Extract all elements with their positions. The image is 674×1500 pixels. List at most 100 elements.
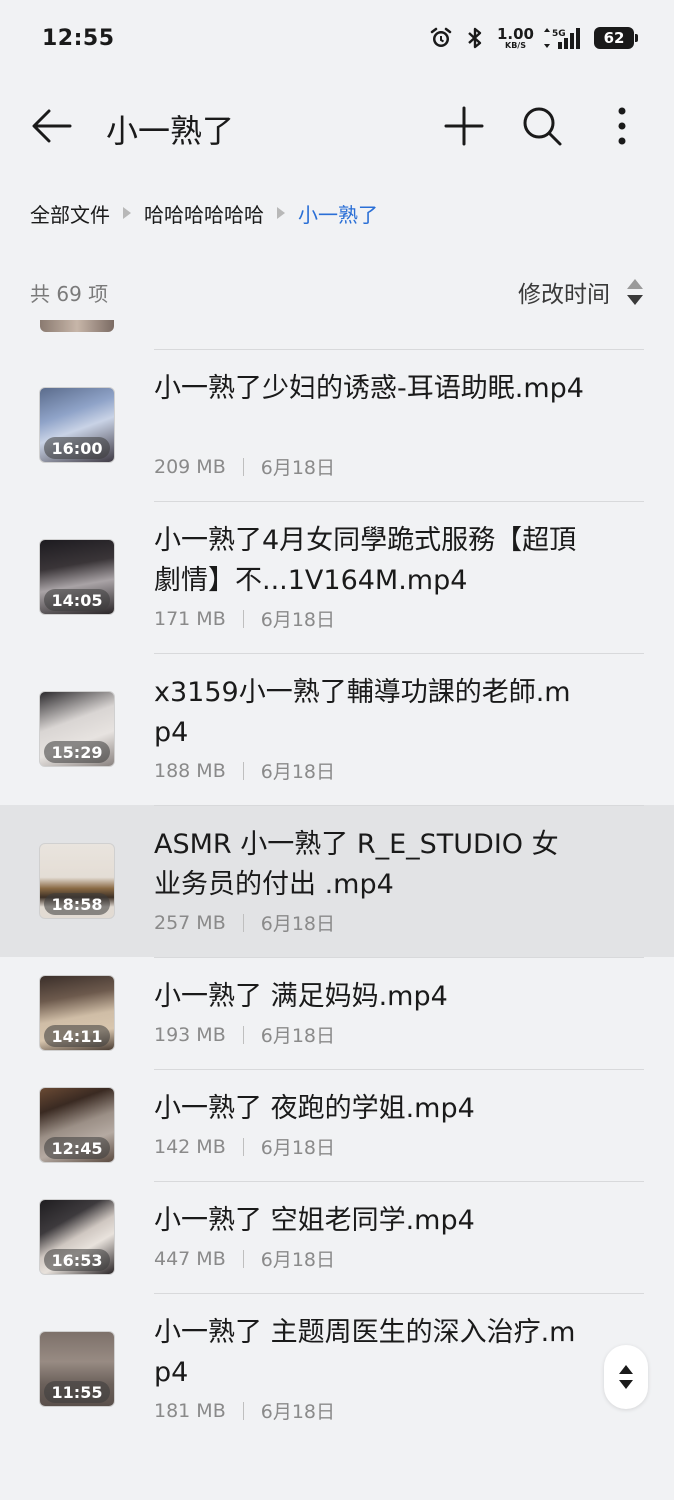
- file-name: 小一熟了少妇的诱惑-耳语助眠.mp4: [154, 373, 584, 404]
- file-row[interactable]: 16:00 小一熟了少妇的诱惑-耳语助眠.mp4 209 MB 6月18日: [0, 349, 674, 501]
- status-time: 12:55: [42, 25, 115, 51]
- file-name: 小一熟了 主题周医生的深入治疗.mp4: [154, 1317, 576, 1388]
- breadcrumb: 全部文件 哈哈哈哈哈哈 小一熟了: [30, 196, 378, 230]
- file-meta: 447 MB 6月18日: [154, 1245, 335, 1272]
- file-date: 6月18日: [260, 913, 335, 935]
- file-size: 188 MB: [154, 759, 226, 782]
- video-duration: 16:53: [44, 1249, 110, 1271]
- meta-separator: [242, 609, 244, 628]
- video-duration: 12:45: [44, 1137, 110, 1159]
- file-row[interactable]: 14:05 小一熟了4月女同學跪式服務【超頂劇情】不...1V164M.mp4 …: [0, 501, 674, 653]
- meta-separator: [242, 1401, 244, 1420]
- video-thumbnail-partial[interactable]: [40, 320, 114, 332]
- file-size: 193 MB: [154, 1023, 226, 1046]
- row-divider: [154, 349, 644, 350]
- video-duration: 14:11: [44, 1025, 110, 1047]
- video-thumbnail[interactable]: 16:53: [39, 1199, 115, 1275]
- file-date: 6月18日: [260, 1401, 335, 1423]
- video-thumbnail[interactable]: 14:05: [39, 539, 115, 615]
- chevron-right-icon: [110, 206, 144, 220]
- video-duration: 11:55: [44, 1381, 110, 1403]
- video-duration: 14:05: [44, 589, 110, 611]
- row-divider: [154, 1069, 644, 1070]
- file-meta: 181 MB 6月18日: [154, 1397, 335, 1424]
- row-divider: [154, 1293, 644, 1294]
- plus-icon: [444, 106, 484, 146]
- title-bar: 小一熟了: [0, 88, 674, 164]
- meta-separator: [242, 1025, 244, 1044]
- file-date: 6月18日: [260, 1249, 335, 1271]
- row-divider: [154, 957, 644, 958]
- item-count: 共 69 项: [30, 281, 109, 306]
- row-divider: [154, 805, 644, 806]
- network-type-label: 5G: [552, 29, 566, 39]
- arrow-left-icon: [32, 109, 72, 143]
- chevron-right-icon: [264, 206, 298, 220]
- video-thumbnail[interactable]: 14:11: [39, 975, 115, 1051]
- file-name: 小一熟了4月女同學跪式服務【超頂劇情】不...1V164M.mp4: [154, 525, 577, 596]
- breadcrumb-item-parent[interactable]: 哈哈哈哈哈哈: [144, 199, 264, 228]
- back-button[interactable]: [30, 106, 74, 146]
- file-size: 181 MB: [154, 1399, 226, 1422]
- file-name: 小一熟了 满足妈妈.mp4: [154, 981, 448, 1012]
- video-thumbnail[interactable]: 11:55: [39, 1331, 115, 1407]
- net-speed: 1.00 KB/S: [496, 24, 534, 50]
- file-meta: 257 MB 6月18日: [154, 909, 335, 936]
- file-meta: 171 MB 6月18日: [154, 605, 335, 632]
- file-date: 6月18日: [260, 1137, 335, 1159]
- video-thumbnail[interactable]: 12:45: [39, 1087, 115, 1163]
- file-row-selected[interactable]: 18:58 ASMR 小一熟了 R_E_STUDIO 女业务员的付出 .mp4 …: [0, 805, 674, 957]
- battery-icon: 62: [594, 27, 638, 49]
- page-title: 小一熟了: [106, 112, 235, 150]
- alarm-icon: [429, 26, 453, 50]
- video-thumbnail[interactable]: 15:29: [39, 691, 115, 767]
- sort-toggle-icon: [627, 279, 643, 305]
- row-divider: [154, 653, 644, 654]
- file-row[interactable]: 16:53 小一熟了 空姐老同学.mp4 447 MB 6月18日: [0, 1181, 674, 1293]
- breadcrumb-item-all-files[interactable]: 全部文件: [30, 199, 110, 228]
- file-meta: 142 MB 6月18日: [154, 1133, 335, 1160]
- search-button[interactable]: [520, 104, 564, 148]
- video-thumbnail[interactable]: 18:58: [39, 843, 115, 919]
- video-duration: 18:58: [44, 893, 110, 915]
- file-name: ASMR 小一熟了 R_E_STUDIO 女业务员的付出 .mp4: [154, 829, 559, 900]
- file-size: 171 MB: [154, 607, 226, 630]
- add-button[interactable]: [442, 104, 486, 148]
- more-button[interactable]: [600, 104, 644, 148]
- breadcrumb-item-current[interactable]: 小一熟了: [298, 199, 378, 228]
- meta-separator: [242, 761, 244, 780]
- file-size: 142 MB: [154, 1135, 226, 1158]
- status-icons: 1.00 KB/S 5G 62: [429, 24, 638, 50]
- list-meta-bar: 共 69 项 修改时间: [30, 272, 644, 312]
- meta-separator: [242, 913, 244, 932]
- meta-separator: [242, 1249, 244, 1268]
- file-row[interactable]: 11:55 小一熟了 主题周医生的深入治疗.mp4 181 MB 6月18日: [0, 1293, 674, 1445]
- file-list[interactable]: 16:00 小一熟了少妇的诱惑-耳语助眠.mp4 209 MB 6月18日 14…: [0, 320, 674, 1500]
- fast-scroll-handle[interactable]: [604, 1345, 648, 1409]
- sort-button[interactable]: 修改时间: [518, 275, 644, 309]
- signal-icon: 5G: [544, 26, 584, 50]
- video-duration: 16:00: [44, 437, 110, 459]
- sort-label: 修改时间: [518, 282, 610, 308]
- search-icon: [523, 107, 562, 146]
- file-meta: 209 MB 6月18日: [154, 453, 335, 480]
- scroll-updown-icon: [619, 1365, 633, 1389]
- file-date: 6月18日: [260, 457, 335, 479]
- file-name: 小一熟了 夜跑的学姐.mp4: [154, 1093, 475, 1124]
- video-duration: 15:29: [44, 741, 110, 763]
- meta-separator: [242, 457, 244, 476]
- file-date: 6月18日: [260, 1025, 335, 1047]
- meta-separator: [242, 1137, 244, 1156]
- file-meta: 188 MB 6月18日: [154, 757, 335, 784]
- file-name: x3159小一熟了輔導功課的老師.mp4: [154, 677, 571, 748]
- file-row[interactable]: 12:45 小一熟了 夜跑的学姐.mp4 142 MB 6月18日: [0, 1069, 674, 1181]
- net-speed-value: 1.00: [496, 24, 534, 43]
- row-divider: [154, 501, 644, 502]
- video-thumbnail[interactable]: 16:00: [39, 387, 115, 463]
- file-row[interactable]: 14:11 小一熟了 满足妈妈.mp4 193 MB 6月18日: [0, 957, 674, 1069]
- file-date: 6月18日: [260, 761, 335, 783]
- file-meta: 193 MB 6月18日: [154, 1021, 335, 1048]
- file-row[interactable]: 15:29 x3159小一熟了輔導功課的老師.mp4 188 MB 6月18日: [0, 653, 674, 805]
- file-date: 6月18日: [260, 609, 335, 631]
- file-size: 257 MB: [154, 911, 226, 934]
